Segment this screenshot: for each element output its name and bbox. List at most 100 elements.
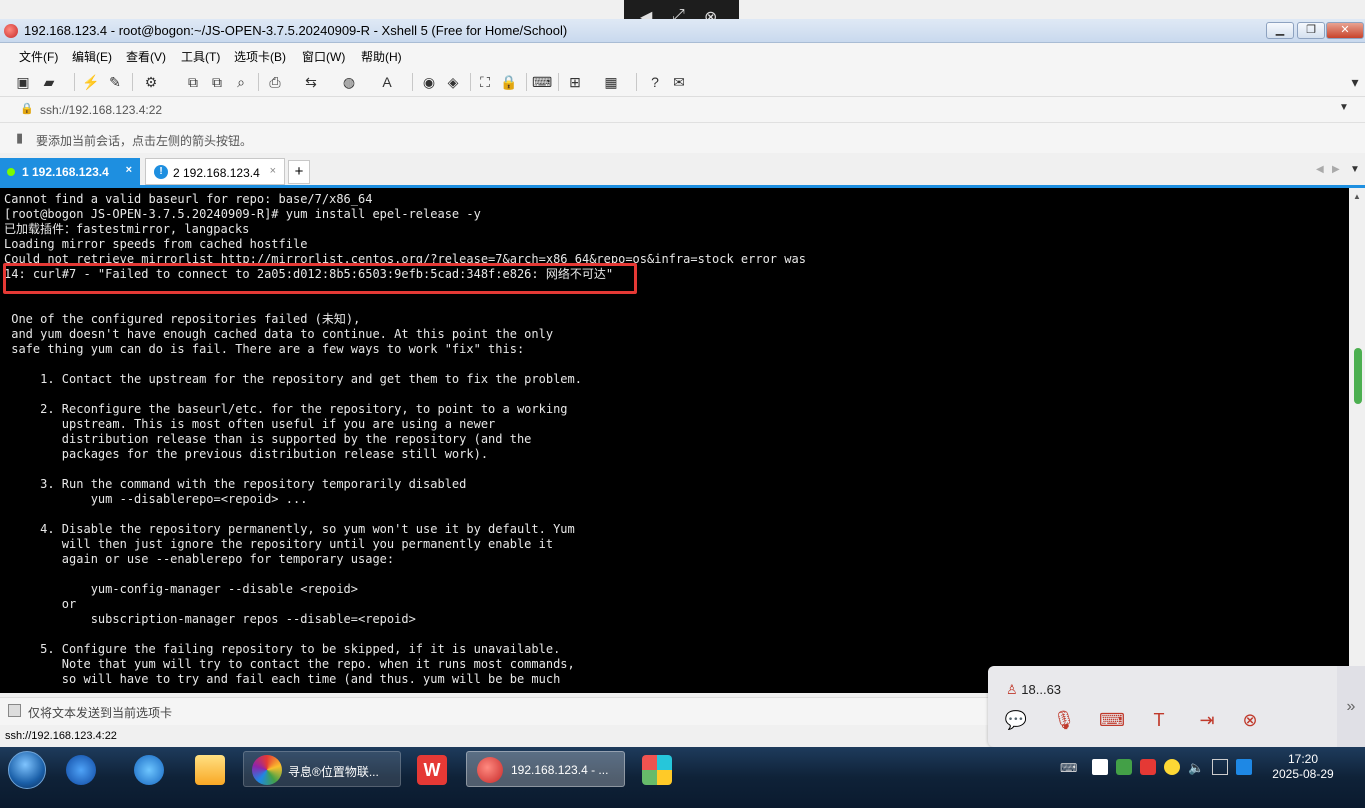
menu-view[interactable]: 查看(V) xyxy=(126,48,166,65)
tab-session-1[interactable]: 1 192.168.123.4 × xyxy=(0,158,140,185)
text-icon[interactable]: T xyxy=(1147,708,1171,732)
xftp-icon[interactable]: ◉ xyxy=(420,73,438,91)
keyboard-icon[interactable]: ⌨ xyxy=(532,73,552,91)
properties-icon[interactable]: ⚙ xyxy=(142,73,160,91)
panel-collapse-button[interactable]: » xyxy=(1337,666,1365,747)
address-field[interactable]: ssh://192.168.123.4:22 xyxy=(40,103,162,117)
compose-input[interactable]: 仅将文本发送到当前选项卡 xyxy=(28,704,172,721)
menu-tools[interactable]: 工具(T) xyxy=(181,48,220,65)
toolbar: ▣ ▰ ⚡ ✎ ⚙ ⧉ ⧉ ⌕ ⎙ ⇆ ◍ A ◉ ◈ ⛶ 🔒 ⌨ ⊞ ▦ ? … xyxy=(0,67,1365,97)
maximize-button[interactable]: ❐ xyxy=(1297,22,1325,39)
chat-icon[interactable]: 💬 xyxy=(1004,708,1028,732)
status-connection: ssh://192.168.123.4:22 xyxy=(5,730,117,742)
find-icon[interactable]: ⌕ xyxy=(232,73,250,91)
lock-icon[interactable]: 🔒 xyxy=(500,73,518,91)
clock-date: 2025-08-29 xyxy=(1272,767,1334,781)
toolbar-divider xyxy=(470,73,471,91)
keyboard-icon[interactable]: ⌨ xyxy=(1099,708,1125,732)
warning-icon: ! xyxy=(154,165,168,179)
tab-label: 2 192.168.123.4 xyxy=(173,166,260,180)
terminal-output[interactable]: Cannot find a valid baseurl for repo: ba… xyxy=(0,188,1349,693)
compose-bar[interactable]: 仅将文本发送到当前选项卡 xyxy=(0,697,988,725)
fullscreen-icon[interactable]: ⛶ xyxy=(476,73,494,91)
task-xshell[interactable]: 192.168.123.4 - ... xyxy=(466,751,625,787)
menu-edit[interactable]: 编辑(E) xyxy=(72,48,112,65)
toolbar-divider xyxy=(636,73,637,91)
globe-icon[interactable]: ◍ xyxy=(340,73,358,91)
menu-window[interactable]: 窗口(W) xyxy=(302,48,345,65)
tab-close-icon[interactable]: × xyxy=(270,165,276,177)
add-icon[interactable]: ⊞ xyxy=(566,73,584,91)
new-session-icon[interactable]: ▣ xyxy=(14,73,32,91)
start-button[interactable] xyxy=(8,751,46,789)
tab-bar: 1 192.168.123.4 × ! 2 192.168.123.4 × + … xyxy=(0,157,1365,185)
hint-bar: ▮ 要添加当前会话，点击左侧的箭头按钮。 xyxy=(0,123,1365,153)
error-highlight-box xyxy=(3,263,637,294)
scrollbar-thumb[interactable] xyxy=(1354,348,1362,404)
microphone-icon[interactable]: 🎙 xyxy=(1052,708,1076,732)
wps-icon[interactable]: W xyxy=(417,755,447,785)
disconnect-icon[interactable]: ✎ xyxy=(106,73,124,91)
close-button[interactable]: ✕ xyxy=(1326,22,1364,39)
menu-bar: 文件(F) 编辑(E) 查看(V) 工具(T) 选项卡(B) 窗口(W) 帮助(… xyxy=(0,43,1365,67)
scroll-up-icon[interactable]: ▲ xyxy=(1353,192,1361,201)
reconnect-icon[interactable]: ⚡ xyxy=(82,73,100,91)
tray-app-icon[interactable] xyxy=(1236,759,1252,775)
file-explorer-icon[interactable] xyxy=(195,755,225,785)
paste-icon[interactable]: ⧉ xyxy=(208,73,226,91)
tab-prev-icon[interactable]: ◀ xyxy=(1316,164,1324,175)
chat-icon[interactable]: ✉ xyxy=(670,73,688,91)
app-icon xyxy=(252,755,282,785)
browser-icon[interactable] xyxy=(66,755,96,785)
open-folder-icon[interactable]: ▰ xyxy=(40,73,58,91)
transfer-icon[interactable]: ⇆ xyxy=(302,73,320,91)
tab-session-2[interactable]: ! 2 192.168.123.4 × xyxy=(145,158,285,185)
toolbar-chevron-icon[interactable]: ▾ xyxy=(1346,73,1364,91)
remote-assist-panel: ♙ 18...63 💬 🎙 ⌨ T ⇥ ⊗ xyxy=(988,666,1337,747)
layout-icon[interactable]: ▦ xyxy=(602,73,620,91)
connected-status-icon xyxy=(7,168,15,176)
new-tab-button[interactable]: + xyxy=(288,160,310,184)
app-grid-icon[interactable] xyxy=(642,755,672,785)
toolbar-divider xyxy=(526,73,527,91)
toolbar-divider xyxy=(558,73,559,91)
task-wechat-browser[interactable]: 寻息®位置物联... xyxy=(243,751,401,787)
compose-icon[interactable] xyxy=(8,704,21,717)
toolbar-divider xyxy=(258,73,259,91)
address-dropdown-icon[interactable]: ▼ xyxy=(1339,102,1349,113)
print-icon[interactable]: ⎙ xyxy=(266,73,284,91)
toolbar-divider xyxy=(132,73,133,91)
menu-help[interactable]: 帮助(H) xyxy=(361,48,402,65)
tab-list-icon[interactable]: ▼ xyxy=(1350,164,1360,175)
tunnel-icon[interactable]: ◈ xyxy=(444,73,462,91)
address-bar[interactable]: 🔒 ssh://192.168.123.4:22 ▼ xyxy=(0,97,1365,123)
security-tray-icon[interactable] xyxy=(1116,759,1132,775)
bookmark-arrow-icon[interactable]: ▮ xyxy=(16,130,23,146)
taskbar-clock[interactable]: 17:20 2025-08-29 xyxy=(1268,752,1338,782)
xshell-icon xyxy=(477,757,503,783)
update-tray-icon[interactable] xyxy=(1164,759,1180,775)
copy-icon[interactable]: ⧉ xyxy=(184,73,202,91)
keyboard-tray-icon[interactable]: ⌨ xyxy=(1060,761,1077,775)
title-bar: 192.168.123.4 - root@bogon:~/JS-OPEN-3.7… xyxy=(0,19,1365,43)
tab-next-icon[interactable]: ▶ xyxy=(1332,164,1340,175)
hint-text: 要添加当前会话，点击左侧的箭头按钮。 xyxy=(36,134,253,148)
task-label: 寻息®位置物联... xyxy=(288,765,379,779)
minimize-button[interactable]: ▁ xyxy=(1266,22,1294,39)
terminal-scrollbar[interactable]: ▲ xyxy=(1349,188,1365,668)
remote-user-id: 18...63 xyxy=(1021,682,1062,697)
network-tray-icon[interactable] xyxy=(1140,759,1156,775)
help-icon[interactable]: ? xyxy=(646,73,664,91)
tab-close-icon[interactable]: × xyxy=(126,164,132,176)
menu-tabs[interactable]: 选项卡(B) xyxy=(234,48,286,65)
toolbar-divider xyxy=(74,73,75,91)
end-session-icon[interactable]: ⊗ xyxy=(1238,708,1262,732)
tray-app-icon[interactable] xyxy=(1092,759,1108,775)
volume-icon[interactable]: 🔈 xyxy=(1188,760,1204,776)
display-tray-icon[interactable] xyxy=(1212,759,1228,775)
menu-file[interactable]: 文件(F) xyxy=(19,48,58,65)
internet-explorer-icon[interactable] xyxy=(134,755,164,785)
task-label: 192.168.123.4 - ... xyxy=(511,763,609,777)
font-icon[interactable]: A xyxy=(378,73,396,91)
file-transfer-icon[interactable]: ⇥ xyxy=(1195,708,1219,732)
